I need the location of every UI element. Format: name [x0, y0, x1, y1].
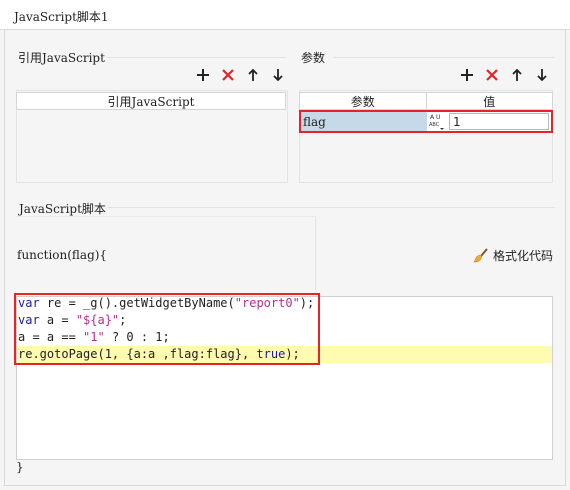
move-down-icon [537, 69, 547, 81]
divider [106, 57, 286, 58]
move-up-reference-button[interactable] [245, 67, 261, 83]
param-type-cell[interactable]: A U ABC [427, 112, 449, 131]
code-line[interactable]: a = a == "1" ? 0 : 1; [17, 329, 552, 346]
brush-icon [473, 247, 488, 262]
references-section-title: 引用JavaScript [18, 51, 105, 65]
code-line[interactable]: var a = "${a}"; [17, 312, 552, 329]
function-header: function(flag){ [17, 248, 108, 262]
format-code-label: 格式化代码 [493, 249, 554, 263]
references-grid-header: 引用JavaScript [16, 92, 286, 110]
delete-icon [222, 69, 234, 81]
move-up-param-button[interactable] [509, 67, 525, 83]
move-down-reference-button[interactable] [270, 67, 286, 83]
svg-text:ABC: ABC [429, 122, 440, 128]
delete-param-button[interactable] [484, 67, 500, 83]
script-section-title: JavaScript脚本 [19, 202, 106, 216]
abc-type-icon: A U ABC [429, 114, 444, 130]
window-title: JavaScript脚本1 [14, 10, 109, 24]
code-line[interactable]: var re = _g().getWidgetByName("report0")… [17, 295, 552, 312]
svg-text:U: U [436, 114, 440, 121]
add-icon [461, 69, 473, 81]
keyword: var [18, 313, 40, 327]
code-editor[interactable]: var re = _g().getWidgetByName("report0")… [16, 296, 553, 460]
add-reference-button[interactable] [195, 67, 211, 83]
format-code-button[interactable]: 格式化代码 [473, 247, 553, 264]
column-header-reference[interactable]: 引用JavaScript [17, 93, 285, 109]
column-header-param[interactable]: 参数 [300, 93, 426, 109]
move-up-icon [512, 69, 522, 81]
code-line-current[interactable]: re.gotoPage(1, {a:a ,flag:flag}, true); [17, 346, 552, 363]
move-down-param-button[interactable] [534, 67, 550, 83]
window-title-bar: JavaScript脚本1 [0, 0, 570, 30]
move-up-icon [248, 69, 258, 81]
svg-text:A: A [430, 114, 435, 121]
move-down-icon [273, 69, 283, 81]
param-name-cell[interactable]: flag [301, 112, 427, 131]
column-header-value[interactable]: 值 [425, 93, 553, 109]
add-icon [197, 69, 209, 81]
params-grid-header: 参数 值 [299, 92, 553, 110]
function-closing-brace: } [16, 460, 24, 474]
divider [333, 57, 555, 58]
param-value-input[interactable]: 1 [449, 113, 549, 130]
delete-reference-button[interactable] [220, 67, 236, 83]
divider [108, 207, 555, 208]
param-row[interactable]: flag A U ABC 1 [299, 110, 553, 133]
add-param-button[interactable] [459, 67, 475, 83]
delete-icon [486, 69, 498, 81]
params-section-title: 参数 [301, 51, 326, 65]
keyword: var [18, 296, 40, 310]
